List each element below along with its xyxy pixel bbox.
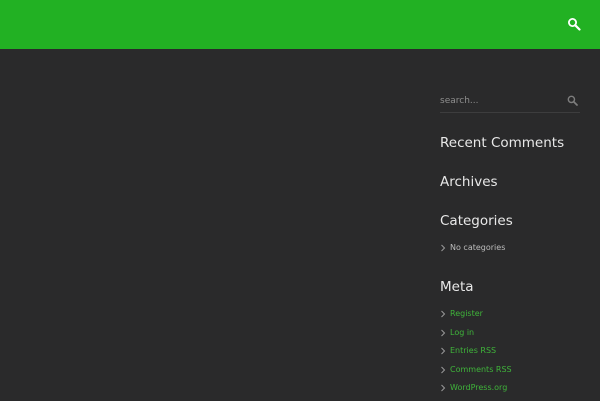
comments-rss-link[interactable]: Comments RSS (450, 365, 512, 374)
register-link[interactable]: Register (450, 309, 483, 318)
search-input[interactable] (440, 92, 558, 110)
meta-item-comments-rss[interactable]: Comments RSS (440, 364, 512, 383)
chevron-right-icon (441, 329, 446, 336)
meta-list: Register Log in Entries RSS Comments RSS… (440, 308, 512, 401)
recent-comments-title: Recent Comments (440, 135, 565, 151)
chevron-right-icon (441, 310, 446, 318)
search-icon[interactable] (567, 95, 578, 106)
meta-item-register[interactable]: Register (440, 308, 512, 327)
archives-title: Archives (440, 174, 498, 190)
header-bar (0, 0, 600, 49)
list-item: No categories (440, 242, 505, 261)
category-item-label: No categories (450, 243, 506, 252)
meta-title: Meta (440, 279, 474, 295)
meta-item-wordpress[interactable]: WordPress.org (440, 382, 512, 401)
chevron-right-icon (441, 244, 446, 252)
sidebar-search (440, 90, 580, 113)
login-link[interactable]: Log in (450, 328, 474, 337)
chevron-right-icon (441, 347, 446, 355)
sidebar: Recent Comments Archives Categories No c… (440, 90, 580, 392)
chevron-right-icon (441, 366, 446, 374)
meta-item-login[interactable]: Log in (440, 327, 512, 346)
categories-title: Categories (440, 213, 513, 229)
chevron-right-icon (441, 385, 446, 392)
categories-list: No categories (440, 242, 505, 261)
entries-rss-link[interactable]: Entries RSS (450, 346, 496, 355)
meta-item-entries-rss[interactable]: Entries RSS (440, 345, 512, 364)
search-icon[interactable] (567, 17, 581, 31)
wordpress-org-link[interactable]: WordPress.org (450, 383, 507, 392)
